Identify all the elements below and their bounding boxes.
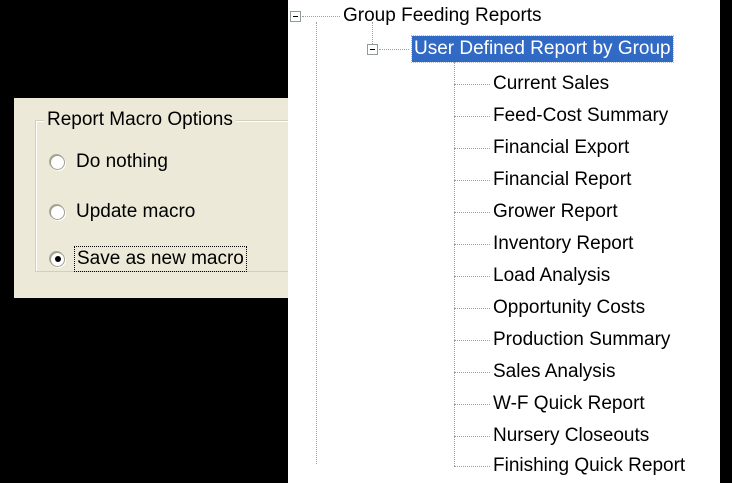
radio-label: Save as new macro — [74, 246, 247, 272]
tree-node-report[interactable]: Financial Export — [493, 135, 629, 161]
tree-connector — [454, 244, 490, 245]
radio-button-icon[interactable] — [50, 154, 65, 170]
tree-connector — [454, 84, 490, 85]
tree-node-report[interactable]: Production Summary — [493, 327, 670, 353]
radio-option-update-macro[interactable]: Update macro — [50, 199, 195, 225]
tree-node-report[interactable]: Load Analysis — [493, 263, 610, 289]
tree-connector — [302, 16, 340, 17]
radio-button-icon[interactable] — [50, 204, 65, 220]
radio-label: Do nothing — [76, 151, 168, 172]
tree-connector — [454, 116, 490, 117]
tree-node-report[interactable]: Inventory Report — [493, 231, 633, 257]
radio-button-checked-icon[interactable] — [50, 251, 65, 267]
report-tree-view[interactable]: Group Feeding Reports User Defined Repor… — [288, 0, 720, 483]
report-macro-options-panel: Report Macro Options Do nothing Update m… — [14, 98, 316, 298]
tree-connector — [454, 212, 490, 213]
tree-node-report[interactable]: Feed-Cost Summary — [493, 103, 668, 129]
tree-node-report[interactable]: Opportunity Costs — [493, 295, 645, 321]
tree-connector — [454, 436, 490, 437]
tree-node-user-defined-report-by-group[interactable]: User Defined Report by Group — [411, 35, 674, 63]
tree-connector — [454, 404, 490, 405]
tree-connector — [454, 180, 490, 181]
tree-node-report[interactable]: Nursery Closeouts — [493, 423, 649, 449]
tree-connector — [379, 49, 409, 50]
radio-label: Update macro — [76, 201, 196, 222]
radio-option-save-as-new-macro[interactable]: Save as new macro — [50, 246, 247, 272]
radio-option-do-nothing[interactable]: Do nothing — [50, 149, 168, 175]
report-macro-options-title: Report Macro Options — [44, 109, 236, 131]
tree-connector — [454, 308, 490, 309]
collapse-root-icon[interactable] — [290, 11, 301, 22]
tree-node-report[interactable]: Current Sales — [493, 71, 609, 97]
tree-connector — [454, 62, 455, 466]
tree-node-report[interactable]: Grower Report — [493, 199, 618, 225]
tree-node-report[interactable]: Sales Analysis — [493, 359, 616, 385]
tree-node-report[interactable]: Finishing Quick Report — [493, 453, 685, 479]
tree-node-report[interactable]: Financial Report — [493, 167, 631, 193]
tree-connector — [454, 276, 490, 277]
tree-connector — [316, 22, 317, 464]
tree-node-report[interactable]: W-F Quick Report — [493, 391, 645, 417]
tree-connector — [372, 22, 373, 44]
tree-connector — [454, 148, 490, 149]
collapse-group-icon[interactable] — [367, 44, 378, 55]
tree-connector — [454, 466, 490, 467]
tree-connector — [454, 372, 490, 373]
tree-connector — [454, 340, 490, 341]
screenshot-stage: Report Macro Options Do nothing Update m… — [0, 0, 732, 483]
